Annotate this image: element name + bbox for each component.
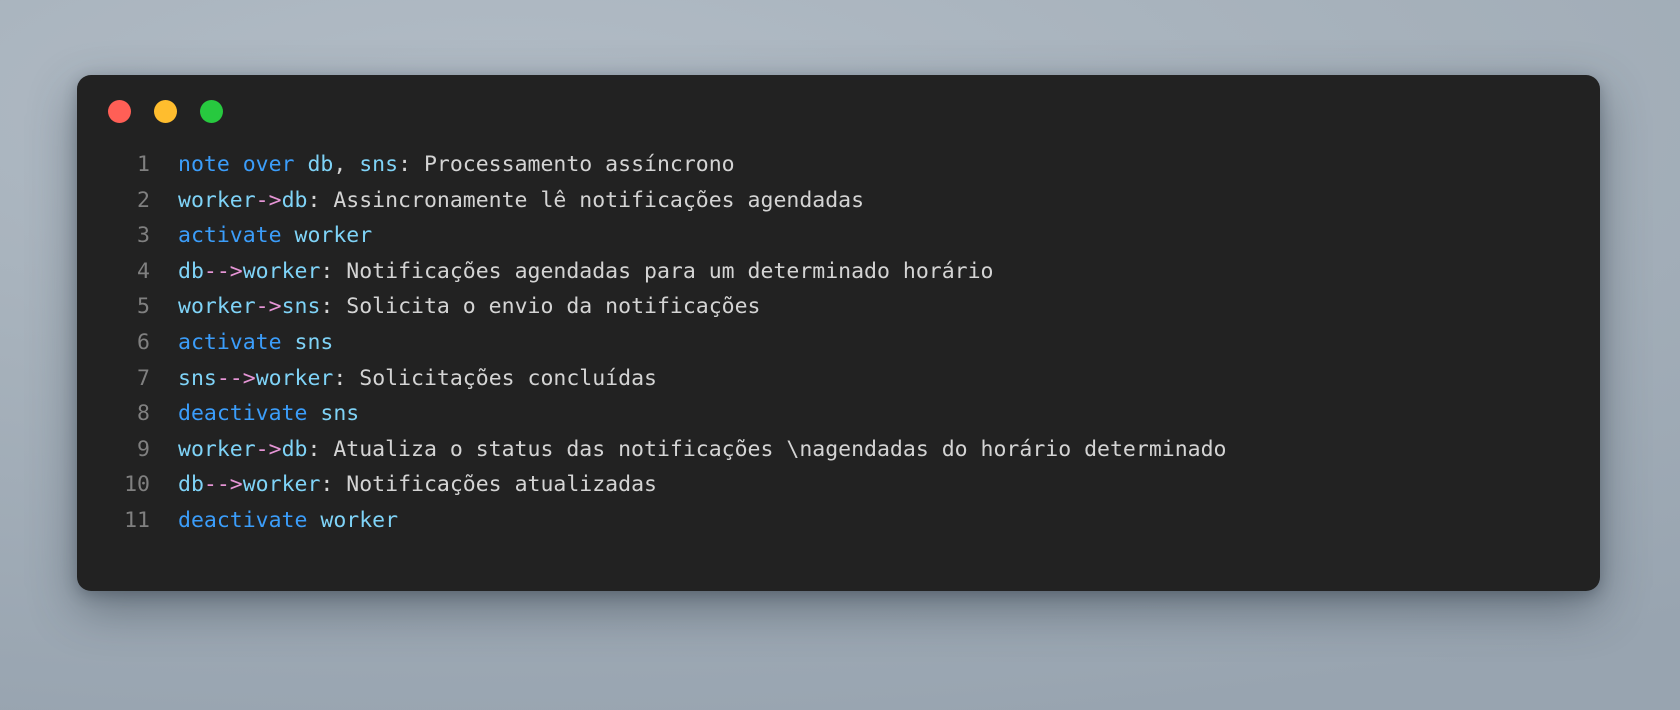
code-editor-window: 1 note over db, sns: Processamento assínc… [77, 75, 1600, 591]
token-actor: db [281, 436, 308, 462]
token-arrow: --> [203, 472, 243, 498]
token-actor: sns [294, 329, 334, 355]
token-text: : Notificações atualizadas [320, 472, 657, 498]
token-arrow: -> [255, 436, 282, 462]
code-line-text: db-->worker: Notificações agendadas para… [178, 254, 1600, 290]
token-actor: db [178, 472, 204, 498]
maximize-button[interactable] [200, 99, 223, 123]
code-line[interactable]: 7 sns-->worker: Solicitações concluídas [97, 361, 1600, 397]
token-keyword: deactivate [178, 401, 321, 427]
code-line-text: worker->db: Assincronamente lê notificaç… [178, 183, 1600, 219]
code-line[interactable]: 1 note over db, sns: Processamento assínc… [97, 147, 1600, 183]
code-line-text: worker->sns: Solicita o envio da notific… [178, 289, 1600, 325]
token-actor: sns [281, 294, 321, 320]
line-number: 3 [137, 223, 150, 249]
code-line-text: activate worker [178, 218, 1600, 254]
token-actor: db [307, 152, 334, 177]
line-number: 8 [137, 401, 150, 427]
token-actor: sns [359, 152, 399, 177]
token-actor: worker [242, 258, 321, 284]
token-text: : Notificações agendadas para um determi… [320, 258, 994, 284]
line-number: 1 [137, 152, 150, 177]
token-text: : Assincronamente lê notificações agenda… [307, 187, 865, 213]
token-actor: worker [242, 472, 321, 498]
token-actor: worker [178, 187, 256, 213]
token-keyword: activate [178, 223, 295, 249]
token-actor: db [178, 258, 204, 284]
code-line-text: worker->db: Atualiza o status das notifi… [178, 432, 1600, 468]
code-line-text: deactivate sns [178, 396, 1600, 432]
window-titlebar[interactable] [77, 75, 1600, 147]
token-actor: worker [178, 436, 256, 462]
token-punct: , [333, 152, 360, 177]
token-keyword: deactivate [178, 507, 321, 533]
code-line[interactable]: 9 worker->db: Atualiza o status das notif… [97, 432, 1600, 468]
line-number: 10 [124, 472, 150, 498]
line-number: 7 [137, 365, 150, 391]
line-number: 9 [137, 436, 150, 462]
token-text: : Solicitações concluídas [333, 365, 657, 391]
token-text: : Atualiza o status das notificações \na… [307, 436, 1227, 462]
close-button[interactable] [108, 99, 131, 123]
token-text: : Processamento assíncrono [398, 152, 735, 177]
code-line[interactable]: 11 deactivate worker [97, 503, 1600, 539]
token-arrow: --> [203, 258, 243, 284]
token-actor: worker [294, 223, 373, 249]
line-number: 2 [137, 187, 150, 213]
code-line[interactable]: 6 activate sns [97, 325, 1600, 361]
token-actor: db [281, 187, 308, 213]
code-line-text: sns-->worker: Solicitações concluídas [178, 361, 1600, 397]
line-number: 6 [137, 329, 150, 355]
code-line[interactable]: 10 db-->worker: Notificações atualizadas [97, 467, 1600, 503]
token-actor: worker [320, 507, 399, 533]
code-line[interactable]: 4 db-->worker: Notificações agendadas par… [97, 254, 1600, 290]
token-arrow: --> [216, 365, 256, 391]
code-line[interactable]: 2 worker->db: Assincronamente lê notifica… [97, 183, 1600, 219]
token-text: : Solicita o envio da notificações [320, 294, 761, 320]
token-actor: worker [255, 365, 334, 391]
token-keyword: activate [178, 329, 295, 355]
token-actor: sns [178, 365, 217, 391]
token-actor: worker [178, 294, 256, 320]
line-number: 4 [137, 258, 150, 284]
code-line-text: deactivate worker [178, 503, 1600, 539]
code-line[interactable]: 5 worker->sns: Solicita o envio da notifi… [97, 289, 1600, 325]
token-actor: sns [320, 401, 360, 427]
minimize-button[interactable] [154, 99, 177, 123]
code-line-text: note over db, sns: Processamento assíncr… [178, 147, 1600, 183]
token-arrow: -> [255, 294, 282, 320]
line-number: 5 [137, 294, 150, 320]
code-editor-content[interactable]: 1 note over db, sns: Processamento assínc… [77, 147, 1600, 591]
token-arrow: -> [255, 187, 282, 213]
desktop-background: 1 note over db, sns: Processamento assínc… [0, 0, 1680, 710]
code-line[interactable]: 3 activate worker [97, 218, 1600, 254]
code-line[interactable]: 8 deactivate sns [97, 396, 1600, 432]
token-keyword: note over [178, 152, 308, 177]
code-line-text: db-->worker: Notificações atualizadas [178, 467, 1600, 503]
line-number: 11 [124, 507, 150, 533]
code-line-text: activate sns [178, 325, 1600, 361]
